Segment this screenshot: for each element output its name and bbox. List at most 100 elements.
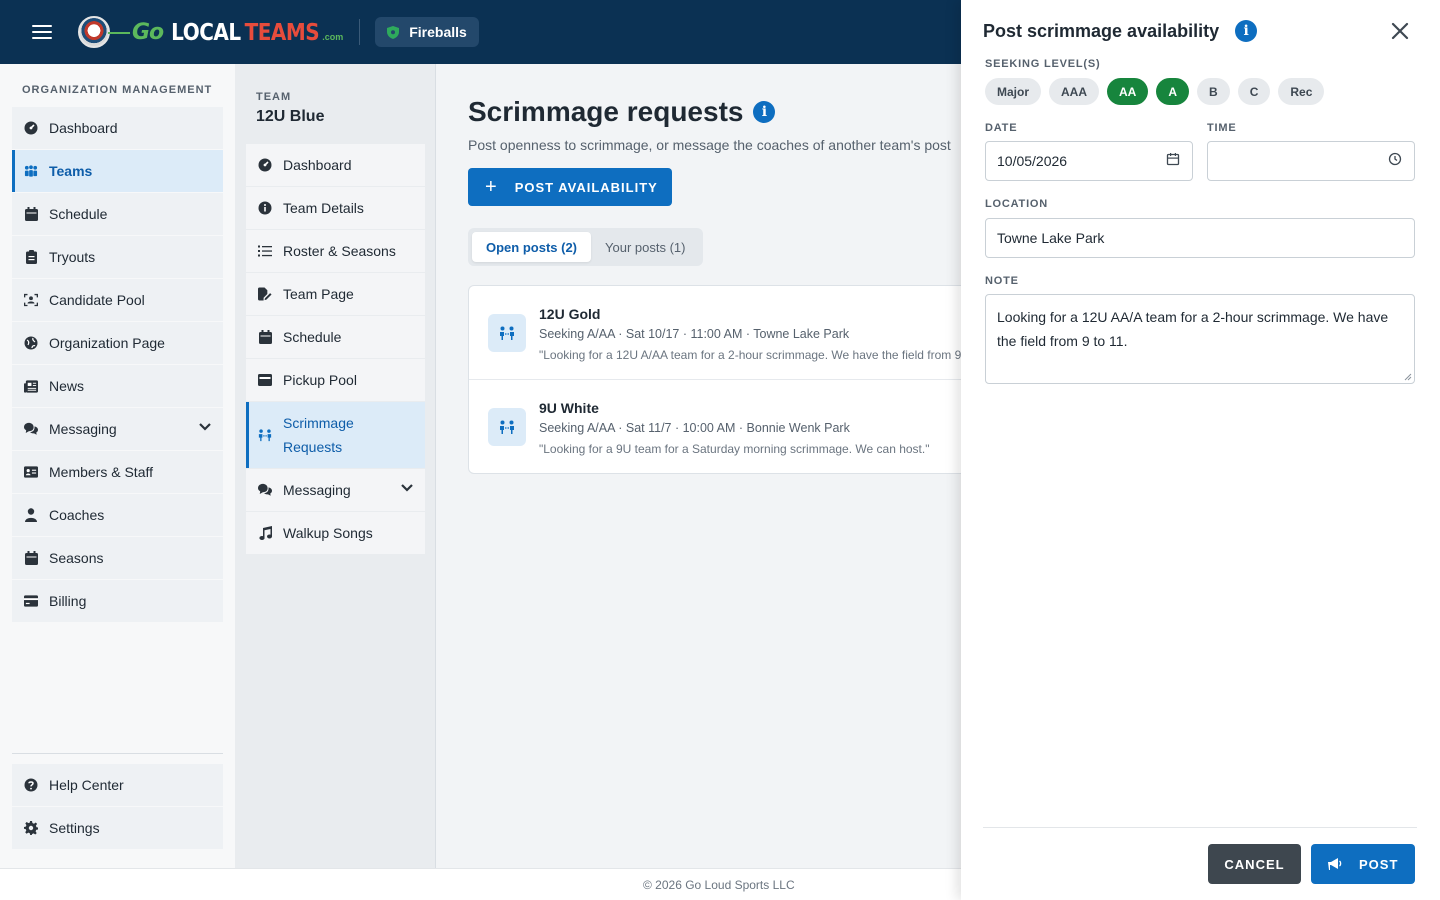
hamburger-menu-icon[interactable] [32, 25, 52, 39]
org-nav-dashboard[interactable]: Dashboard [12, 107, 223, 149]
brand-teams: TEAMS [244, 18, 320, 46]
calendar-icon [24, 207, 38, 221]
org-nav-teams[interactable]: Teams [12, 150, 223, 192]
drawer-divider [983, 827, 1417, 828]
info-icon[interactable]: i [1235, 20, 1258, 42]
org-nav-seasons[interactable]: Seasons [12, 537, 223, 579]
level-chips: Major AAA AA A B C Rec [985, 78, 1332, 105]
org-nav-candidate-pool[interactable]: Candidate Pool [12, 279, 223, 321]
post-item[interactable]: 12U Gold Seeking A/AA · Sat 10/17 · 11:0… [469, 286, 961, 380]
chevron-down-icon[interactable] [401, 484, 413, 492]
cancel-button[interactable]: CANCEL [1208, 844, 1301, 884]
team-nav-walkup-songs[interactable]: Walkup Songs [246, 512, 425, 554]
scrimmage-icon [258, 428, 272, 442]
info-icon [258, 201, 272, 215]
info-icon[interactable]: i [753, 101, 776, 123]
dashboard-icon [24, 121, 38, 135]
level-chip-aa[interactable]: AA [1107, 78, 1149, 105]
level-chip-rec[interactable]: Rec [1278, 78, 1325, 105]
org-nav-messaging[interactable]: Messaging [12, 408, 223, 450]
team-nav-team-page[interactable]: Team Page [246, 273, 425, 315]
time-input[interactable] [1207, 141, 1415, 181]
nav-label: Candidate Pool [49, 292, 145, 308]
org-section-label: ORGANIZATION MANAGEMENT [22, 84, 213, 96]
post-note: "Looking for a 9U team for a Saturday mo… [539, 442, 930, 456]
edit-page-icon [258, 287, 272, 301]
org-nav-billing[interactable]: Billing [12, 580, 223, 622]
nav-label: Organization Page [49, 335, 165, 351]
post-button[interactable]: POST [1311, 844, 1415, 884]
brand-go: Go [107, 19, 164, 45]
post-availability-drawer: Post scrimmage availability i SEEKING LE… [961, 0, 1440, 900]
brand-logo[interactable]: Go LOCAL TEAMS .com [107, 16, 343, 48]
note-value: Looking for a 12U AA/A team for a 2-hour… [997, 309, 1389, 349]
org-nav-tryouts[interactable]: Tryouts [12, 236, 223, 278]
post-item[interactable]: 9U White Seeking A/AA · Sat 11/7 · 10:00… [469, 380, 961, 473]
scrimmage-icon [488, 408, 526, 446]
org-nav-help-center[interactable]: Help Center [12, 764, 223, 806]
nav-label: Billing [49, 593, 87, 609]
team-nav-messaging[interactable]: Messaging [246, 469, 425, 511]
nav-label: Members & Staff [49, 464, 154, 480]
team-nav-dashboard[interactable]: Dashboard [246, 144, 425, 186]
post-team: 9U White [539, 400, 599, 416]
credit-card-icon [24, 594, 38, 608]
music-icon [258, 526, 272, 540]
close-icon[interactable] [1389, 20, 1411, 42]
org-nav-settings[interactable]: Settings [12, 807, 223, 849]
team-nav-roster-seasons[interactable]: Roster & Seasons [246, 230, 425, 272]
level-chip-aaa[interactable]: AAA [1049, 78, 1100, 105]
team-name: 12U Blue [256, 108, 325, 125]
location-value: Towne Lake Park [997, 230, 1105, 246]
help-icon [24, 778, 38, 792]
time-label: TIME [1207, 122, 1237, 134]
globe-icon [24, 336, 38, 350]
chat-icon [258, 483, 272, 497]
plus-icon: + [485, 176, 498, 198]
nav-label: Settings [49, 820, 100, 836]
chevron-down-icon[interactable] [199, 423, 211, 431]
header-divider [359, 19, 361, 45]
org-nav-schedule[interactable]: Schedule [12, 193, 223, 235]
inbox-icon [258, 373, 272, 387]
post-availability-button[interactable]: + POST AVAILABILITY [468, 168, 672, 206]
calendar-icon[interactable] [1166, 152, 1180, 166]
team-nav-scrimmage-requests[interactable]: Scrimmage Requests [246, 402, 425, 468]
level-chip-a[interactable]: A [1156, 78, 1190, 105]
megaphone-icon [1328, 857, 1342, 870]
level-chip-major[interactable]: Major [985, 78, 1042, 105]
seeking-levels-label: SEEKING LEVEL(S) [985, 58, 1101, 70]
org-nav-coaches[interactable]: Coaches [12, 494, 223, 536]
page-subtitle: Post openness to scrimmage, or message t… [468, 137, 951, 153]
post-availability-label: POST AVAILABILITY [514, 179, 658, 195]
clipboard-icon [24, 250, 38, 264]
nav-label: Messaging [49, 421, 117, 437]
date-input[interactable]: 10/05/2026 [985, 141, 1193, 181]
organization-logo[interactable] [78, 16, 110, 48]
nav-label: Seasons [49, 550, 104, 566]
location-input[interactable]: Towne Lake Park [985, 218, 1415, 258]
resize-handle-icon[interactable] [1404, 373, 1412, 381]
org-nav-organization-page[interactable]: Organization Page [12, 322, 223, 364]
calendar-icon [24, 551, 38, 565]
tab-open-posts[interactable]: Open posts (2) [472, 232, 592, 262]
calendar-icon [258, 330, 272, 344]
post-meta: Seeking A/AA · Sat 11/7 · 10:00 AM · Bon… [539, 421, 850, 435]
level-chip-b[interactable]: B [1197, 78, 1230, 105]
dashboard-icon [258, 158, 272, 172]
team-sidebar: TEAM 12U Blue Dashboard Team Details Ros… [235, 64, 436, 868]
org-nav-members-staff[interactable]: Members & Staff [12, 451, 223, 493]
post-button-label: POST [1359, 856, 1399, 872]
org-sidebar-bottom: Help Center Settings [12, 753, 223, 850]
org-nav-news[interactable]: News [12, 365, 223, 407]
level-chip-c[interactable]: C [1237, 78, 1271, 105]
org-nav: Dashboard Teams Schedule Tryouts Candida… [12, 107, 223, 623]
team-nav-team-details[interactable]: Team Details [246, 187, 425, 229]
note-textarea[interactable]: Looking for a 12U AA/A team for a 2-hour… [985, 294, 1415, 384]
team-nav-schedule[interactable]: Schedule [246, 316, 425, 358]
team-nav-pickup-pool[interactable]: Pickup Pool [246, 359, 425, 401]
clock-icon[interactable] [1388, 152, 1402, 166]
tab-your-posts[interactable]: Your posts (1) [591, 232, 699, 262]
team-switcher-chip[interactable]: Fireballs [375, 17, 479, 47]
nav-label: News [49, 378, 85, 394]
